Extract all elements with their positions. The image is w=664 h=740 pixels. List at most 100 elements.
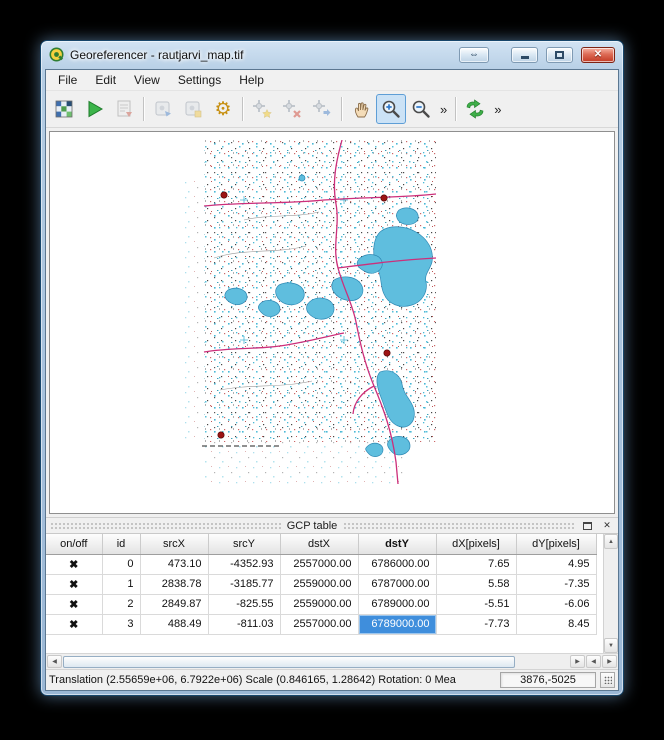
menu-view[interactable]: View (125, 70, 169, 90)
gcp-panel-titlebar[interactable]: GCP table ✕ (46, 518, 618, 533)
scroll-left-button[interactable]: ◀ (47, 655, 62, 668)
col-header-srcy[interactable]: srcY (208, 534, 280, 554)
cell-dstx[interactable]: 2559000.00 (280, 574, 358, 594)
load-gcp-points-icon (152, 98, 174, 120)
cell-dx[interactable]: -7.73 (436, 614, 516, 634)
gcp-row-1[interactable]: ✖ 1 2838.78 -3185.77 2559000.00 6787000.… (46, 574, 596, 594)
menu-settings[interactable]: Settings (169, 70, 230, 90)
cell-onoff[interactable]: ✖ (46, 574, 102, 594)
col-header-dx[interactable]: dX[pixels] (436, 534, 516, 554)
cell-dx[interactable]: 5.58 (436, 574, 516, 594)
cell-dx[interactable]: -5.51 (436, 594, 516, 614)
cell-dx[interactable]: 7.65 (436, 554, 516, 574)
menu-edit[interactable]: Edit (86, 70, 125, 90)
scroll-up-button[interactable]: ▲ (604, 534, 618, 549)
toolbar: ⚙ (46, 91, 618, 128)
cell-onoff[interactable]: ✖ (46, 614, 102, 634)
corner-scroll-left-button[interactable]: ◀ (586, 655, 601, 668)
delete-point-icon (281, 98, 303, 120)
cell-dy[interactable]: -7.35 (516, 574, 596, 594)
col-header-dsty[interactable]: dstY (358, 534, 436, 554)
col-header-dy[interactable]: dY[pixels] (516, 534, 596, 554)
float-icon (583, 522, 592, 530)
gcp-row-0[interactable]: ✖ 0 473.10 -4352.93 2557000.00 6786000.0… (46, 554, 596, 574)
cell-id[interactable]: 0 (102, 554, 140, 574)
window-title: Georeferencer - rautjarvi_map.tif (70, 48, 243, 62)
cell-dsty[interactable]: 6789000.00 (358, 594, 436, 614)
cell-srcy[interactable]: -4352.93 (208, 554, 280, 574)
cell-srcx[interactable]: 473.10 (140, 554, 208, 574)
gcp-row-2[interactable]: ✖ 2 2849.87 -825.55 2559000.00 6789000.0… (46, 594, 596, 614)
panel-drag-handle[interactable] (50, 522, 281, 529)
open-raster-button[interactable] (49, 94, 79, 124)
zoom-out-button[interactable] (406, 94, 436, 124)
cell-dstx[interactable]: 2559000.00 (280, 594, 358, 614)
cell-srcy[interactable]: -825.55 (208, 594, 280, 614)
corner-scroll-right-button[interactable]: ▶ (602, 655, 617, 668)
link-georeferencer-button[interactable] (460, 94, 490, 124)
cell-onoff[interactable]: ✖ (46, 554, 102, 574)
cell-srcx[interactable]: 2849.87 (140, 594, 208, 614)
cell-id[interactable]: 1 (102, 574, 140, 594)
transformation-settings-button[interactable]: ⚙ (208, 94, 238, 124)
map-canvas[interactable] (49, 131, 615, 514)
cell-dy[interactable]: 4.95 (516, 554, 596, 574)
cell-onoff[interactable]: ✖ (46, 594, 102, 614)
minimize-button[interactable] (511, 47, 538, 63)
panel-drag-handle[interactable] (343, 522, 574, 529)
col-header-dstx[interactable]: dstX (280, 534, 358, 554)
scroll-right-button[interactable]: ▶ (570, 655, 585, 668)
delete-point-button[interactable] (277, 94, 307, 124)
cell-dy[interactable]: 8.45 (516, 614, 596, 634)
maximize-button[interactable] (546, 47, 573, 63)
toolbar-separator (143, 97, 144, 121)
panel-float-button[interactable] (580, 519, 594, 532)
cell-id[interactable]: 3 (102, 614, 140, 634)
start-georeferencing-button[interactable] (79, 94, 109, 124)
zoom-in-button[interactable] (376, 94, 406, 124)
detach-button[interactable]: ⇔ (459, 47, 489, 63)
save-gcp-points-icon (182, 98, 204, 120)
window-client-area: File Edit View Settings Help (45, 69, 619, 691)
menu-help[interactable]: Help (230, 70, 273, 90)
gcp-marker-3 (218, 432, 224, 438)
toolbar-overflow-chevron[interactable]: » (436, 102, 451, 117)
load-gcp-points-button[interactable] (148, 94, 178, 124)
vertical-scrollbar[interactable]: ▲ ▼ (603, 534, 618, 653)
cell-dstx[interactable]: 2557000.00 (280, 554, 358, 574)
save-gcp-points-button[interactable] (178, 94, 208, 124)
menu-file[interactable]: File (49, 70, 86, 90)
generate-gdal-script-button[interactable] (109, 94, 139, 124)
cell-dy[interactable]: -6.06 (516, 594, 596, 614)
col-header-onoff[interactable]: on/off (46, 534, 102, 554)
col-header-srcx[interactable]: srcX (140, 534, 208, 554)
cell-srcy[interactable]: -3185.77 (208, 574, 280, 594)
app-icon (49, 47, 64, 62)
move-point-button[interactable] (307, 94, 337, 124)
horizontal-scroll-thumb[interactable] (63, 656, 515, 668)
status-corner-button[interactable] (600, 672, 615, 688)
close-button[interactable]: ✕ (581, 47, 615, 63)
cell-dstx[interactable]: 2557000.00 (280, 614, 358, 634)
add-point-button[interactable] (247, 94, 277, 124)
gcp-table-area: on/off id srcX srcY dstX dstY dX[pixels]… (46, 533, 618, 653)
maximize-icon (555, 51, 564, 59)
gcp-row-3[interactable]: ✖ 3 488.49 -811.03 2557000.00 6789000.00… (46, 614, 596, 634)
col-header-id[interactable]: id (102, 534, 140, 554)
cursor-coordinates-box: 3876,-5025 (500, 672, 596, 688)
cell-dsty-selected[interactable]: 6789000.00 (358, 614, 436, 634)
cell-id[interactable]: 2 (102, 594, 140, 614)
cell-srcx[interactable]: 488.49 (140, 614, 208, 634)
horizontal-scrollbar[interactable]: ◀ ▶ ◀ ▶ (46, 653, 618, 669)
cell-srcx[interactable]: 2838.78 (140, 574, 208, 594)
cell-dsty[interactable]: 6786000.00 (358, 554, 436, 574)
panel-close-button[interactable]: ✕ (600, 519, 614, 532)
toolbar-overflow-chevron[interactable]: » (490, 102, 505, 117)
cell-dsty[interactable]: 6787000.00 (358, 574, 436, 594)
scroll-down-button[interactable]: ▼ (604, 638, 618, 653)
titlebar[interactable]: Georeferencer - rautjarvi_map.tif ⇔ ✕ (41, 41, 623, 68)
menubar: File Edit View Settings Help (46, 70, 618, 91)
pan-button[interactable] (346, 94, 376, 124)
vertical-scroll-track[interactable] (604, 549, 618, 638)
cell-srcy[interactable]: -811.03 (208, 614, 280, 634)
